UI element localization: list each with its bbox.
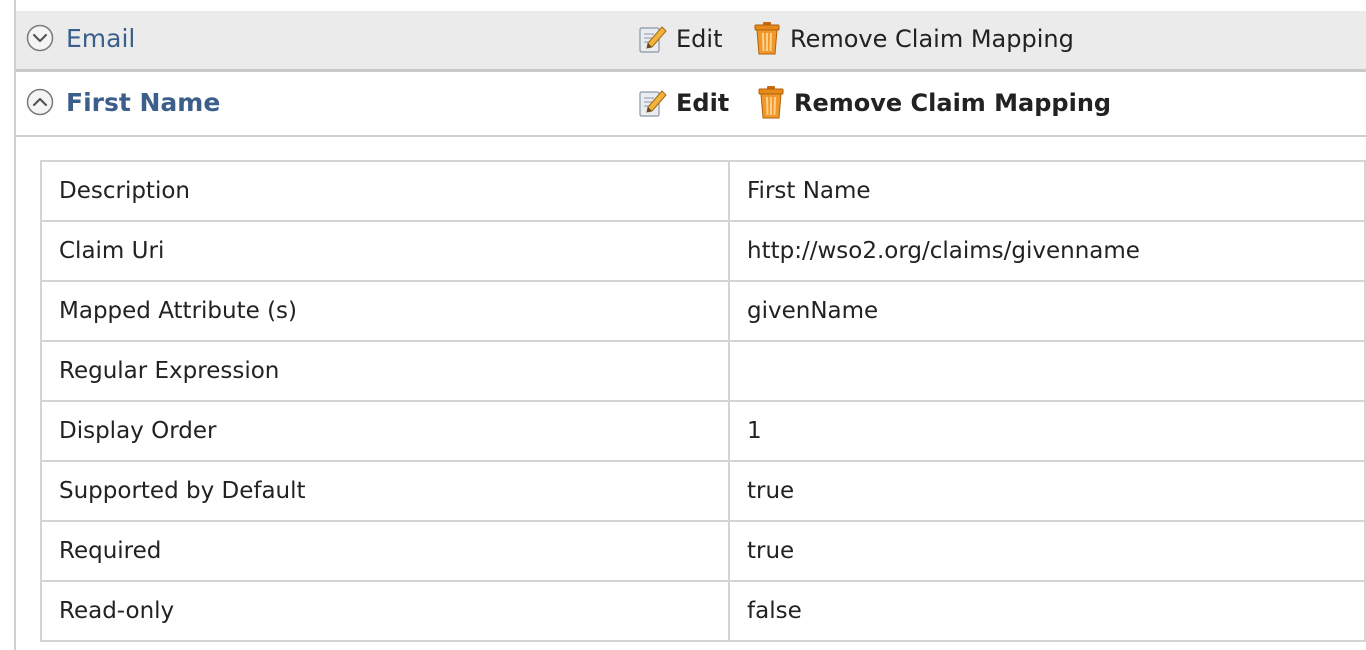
row-label-mapped-attribute: Mapped Attribute (s) (40, 280, 730, 342)
claim-row-first-name: First Name Edit Remove Claim Mapping (16, 75, 1366, 137)
table-row: Required true (40, 520, 1366, 582)
row-label-description: Description (40, 160, 730, 222)
row-label-read-only: Read-only (40, 580, 730, 642)
row-value-supported-by-default: true (728, 460, 1366, 522)
table-row: Supported by Default true (40, 460, 1366, 522)
row-value-mapped-attribute: givenName (728, 280, 1366, 342)
row-value-display-order: 1 (728, 400, 1366, 462)
row-label-required: Required (40, 520, 730, 582)
claim-row-email: Email Edit Remove Claim Mapping (16, 11, 1366, 72)
table-row: Display Order 1 (40, 400, 1366, 462)
remove-claim-mapping-button[interactable]: Remove Claim Mapping (794, 88, 1111, 118)
remove-claim-mapping-button[interactable]: Remove Claim Mapping (790, 24, 1074, 54)
row-value-read-only: false (728, 580, 1366, 642)
edit-button[interactable]: Edit (676, 88, 729, 118)
chevron-down-circle-icon[interactable] (26, 24, 54, 52)
table-row: Read-only false (40, 580, 1366, 642)
claim-details-table: Description First Name Claim Uri http://… (40, 160, 1366, 642)
claim-title[interactable]: Email (66, 24, 135, 54)
edit-pencil-icon[interactable] (637, 87, 667, 119)
row-value-required: true (728, 520, 1366, 582)
table-row: Claim Uri http://wso2.org/claims/givenna… (40, 220, 1366, 282)
row-label-regular-expression: Regular Expression (40, 340, 730, 402)
trash-can-icon[interactable] (754, 21, 780, 55)
edit-pencil-icon[interactable] (637, 23, 667, 55)
table-row: Mapped Attribute (s) givenName (40, 280, 1366, 342)
trash-can-icon[interactable] (758, 85, 784, 119)
claim-title[interactable]: First Name (66, 88, 220, 118)
row-label-claim-uri: Claim Uri (40, 220, 730, 282)
row-label-supported-by-default: Supported by Default (40, 460, 730, 522)
row-value-regular-expression (728, 340, 1366, 402)
row-label-display-order: Display Order (40, 400, 730, 462)
row-value-description: First Name (728, 160, 1366, 222)
row-value-claim-uri: http://wso2.org/claims/givenname (728, 220, 1366, 282)
table-row: Description First Name (40, 160, 1366, 222)
chevron-up-circle-icon[interactable] (26, 88, 54, 116)
edit-button[interactable]: Edit (676, 24, 722, 54)
table-row: Regular Expression (40, 340, 1366, 402)
